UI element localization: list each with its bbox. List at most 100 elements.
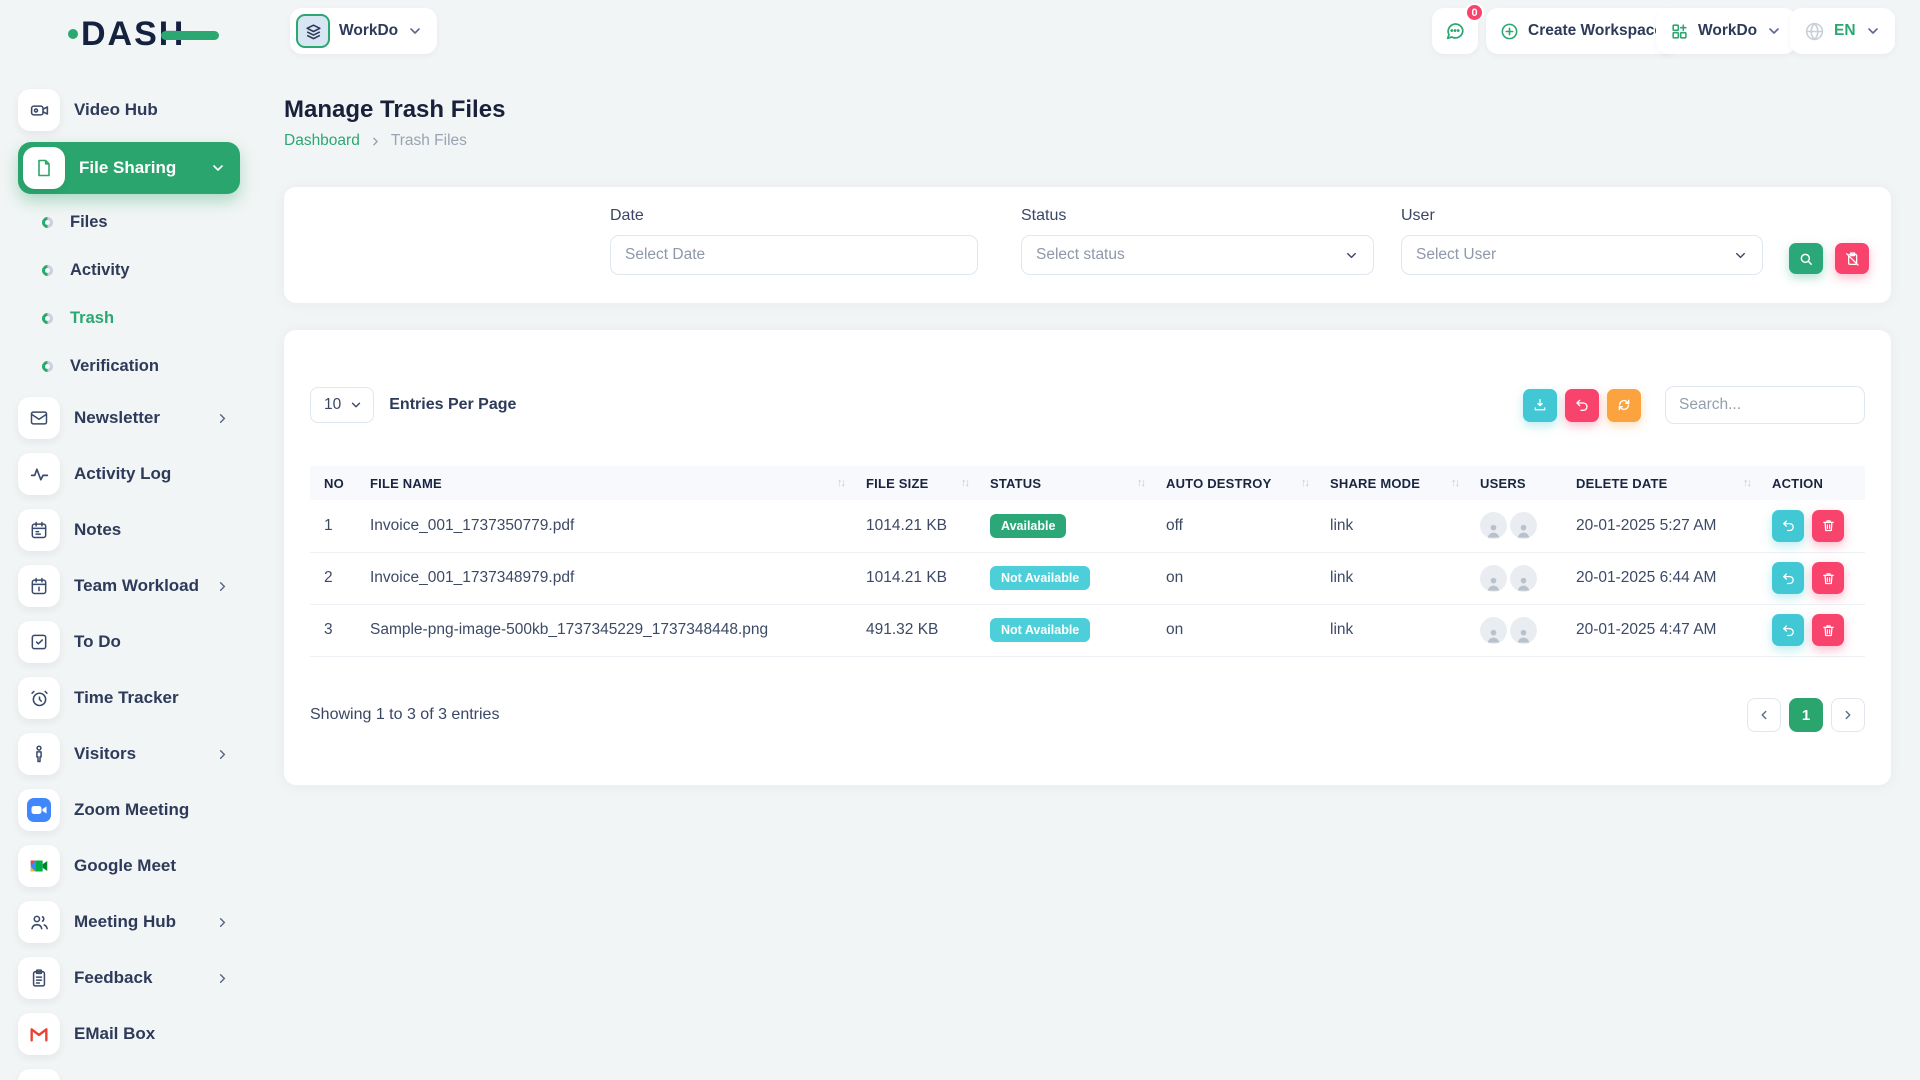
sort-icon[interactable]: ↑↓ (1743, 477, 1750, 489)
avatar[interactable] (1480, 512, 1507, 539)
sidebar-partial-icon (18, 1069, 60, 1080)
avatar[interactable] (1480, 565, 1507, 592)
chevron-right-icon (215, 411, 230, 426)
avatar[interactable] (1480, 617, 1507, 644)
sidebar-subitem-files[interactable]: Files (42, 202, 240, 242)
chevron-down-icon (1733, 248, 1748, 263)
export-download-button[interactable] (1523, 389, 1557, 422)
user-filter-select[interactable]: Select User (1401, 235, 1763, 275)
sidebar-item-google-meet[interactable]: Google Meet (18, 842, 240, 890)
sidebar-subitem-activity[interactable]: Activity (42, 250, 240, 290)
sidebar-item-partial[interactable] (18, 1066, 240, 1080)
avatar[interactable] (1510, 617, 1537, 644)
date-filter-input[interactable] (625, 246, 963, 264)
sort-icon[interactable]: ↑↓ (961, 477, 968, 489)
workdo-menu[interactable]: WorkDo (1656, 8, 1796, 54)
entries-per-page-select[interactable]: 10 (310, 387, 374, 423)
workspace-icon (296, 14, 330, 48)
gmail-icon (18, 1013, 60, 1055)
column-header-file-size[interactable]: FILE SIZE↑↓ (858, 466, 982, 500)
logo-dash (161, 31, 219, 40)
page-title: Manage Trash Files (284, 96, 505, 124)
sort-icon[interactable]: ↑↓ (1301, 477, 1308, 489)
status-filter-value: Select status (1036, 246, 1125, 264)
sort-icon[interactable]: ↑↓ (837, 477, 844, 489)
bullet-icon (40, 310, 56, 326)
pagination-page-1[interactable]: 1 (1789, 698, 1823, 732)
sidebar-item-notes[interactable]: Notes (18, 506, 240, 554)
status-badge: Not Available (990, 618, 1090, 642)
column-header-share-mode[interactable]: SHARE MODE↑↓ (1322, 466, 1472, 500)
reset-filter-button[interactable] (1835, 243, 1869, 274)
sort-icon[interactable]: ↑↓ (1451, 477, 1458, 489)
logo-dot (68, 29, 78, 39)
avatar[interactable] (1510, 565, 1537, 592)
column-header-delete-date[interactable]: DELETE DATE↑↓ (1568, 466, 1764, 500)
delete-file-button[interactable] (1812, 562, 1844, 594)
language-selector[interactable]: EN (1790, 8, 1895, 54)
create-workspace-button[interactable]: Create Workspace (1486, 8, 1677, 54)
pagination-next-button[interactable] (1831, 698, 1865, 732)
column-header-file-name[interactable]: FILE NAME↑↓ (362, 466, 858, 500)
delete-file-button[interactable] (1812, 614, 1844, 646)
cell-file-name: Invoice_001_1737350779.pdf (362, 500, 858, 552)
sidebar-item-visitors[interactable]: Visitors (18, 730, 240, 778)
breadcrumb: Dashboard Trash Files (284, 132, 467, 150)
refresh-button[interactable] (1607, 389, 1641, 422)
messages-button[interactable]: 0 (1432, 8, 1478, 54)
envelope-icon (18, 397, 60, 439)
delete-file-button[interactable] (1812, 510, 1844, 542)
restore-file-button[interactable] (1772, 562, 1804, 594)
bullet-icon (40, 358, 56, 374)
search-icon (1798, 251, 1814, 267)
cell-no: 3 (310, 604, 362, 656)
filter-date-group: Date (610, 207, 978, 275)
sidebar-item-zoom-meeting[interactable]: Zoom Meeting (18, 786, 240, 834)
sidebar-item-feedback[interactable]: Feedback (18, 954, 240, 1002)
sidebar-item-meeting-hub[interactable]: Meeting Hub (18, 898, 240, 946)
table-row: 2 Invoice_001_1737348979.pdf 1014.21 KB … (310, 552, 1865, 604)
restore-file-button[interactable] (1772, 510, 1804, 542)
restore-file-button[interactable] (1772, 614, 1804, 646)
app-logo[interactable]: DASH (68, 16, 219, 52)
row-actions (1772, 562, 1857, 594)
status-filter-select[interactable]: Select status (1021, 235, 1374, 275)
table-footer: Showing 1 to 3 of 3 entries 1 (310, 698, 1865, 732)
chevron-right-icon (215, 579, 230, 594)
cell-delete-date: 20-01-2025 6:44 AM (1568, 552, 1764, 604)
clipboard-icon (18, 957, 60, 999)
column-header-auto-destroy[interactable]: AUTO DESTROY↑↓ (1158, 466, 1322, 500)
sidebar-item-file-sharing[interactable]: File Sharing (18, 142, 240, 194)
chat-bubble-icon (1444, 20, 1466, 42)
sidebar-item-newsletter[interactable]: Newsletter (18, 394, 240, 442)
pagination-prev-button[interactable] (1747, 698, 1781, 732)
column-header-no: NO (310, 466, 362, 500)
sidebar-subitem-verification[interactable]: Verification (42, 346, 240, 386)
entries-per-page-label: Entries Per Page (389, 396, 516, 414)
user-filter-value: Select User (1416, 246, 1496, 264)
date-filter-label: Date (610, 207, 978, 225)
restore-all-button[interactable] (1565, 389, 1599, 422)
sort-icon[interactable]: ↑↓ (1137, 477, 1144, 489)
column-header-status[interactable]: STATUS↑↓ (982, 466, 1158, 500)
avatar[interactable] (1510, 512, 1537, 539)
sidebar-item-team-workload[interactable]: Team Workload (18, 562, 240, 610)
sidebar-item-email-box[interactable]: EMail Box (18, 1010, 240, 1058)
table-search-input[interactable] (1679, 396, 1851, 414)
filter-status-group: Status Select status (1021, 207, 1374, 275)
sidebar-subitem-trash[interactable]: Trash (42, 298, 240, 338)
download-icon (1532, 397, 1548, 413)
sidebar-item-time-tracker[interactable]: Time Tracker (18, 674, 240, 722)
sidebar-item-video-hub[interactable]: Video Hub (18, 86, 240, 134)
messages-count-badge: 0 (1465, 3, 1484, 22)
apply-filter-button[interactable] (1789, 243, 1823, 274)
sidebar-item-activity-log[interactable]: Activity Log (18, 450, 240, 498)
cell-share-mode: link (1322, 500, 1472, 552)
chevron-right-icon (369, 135, 382, 148)
bullet-icon (40, 262, 56, 278)
pulse-icon (18, 453, 60, 495)
alarm-clock-icon (18, 677, 60, 719)
sidebar-item-to-do[interactable]: To Do (18, 618, 240, 666)
workspace-switcher[interactable]: WorkDo (290, 8, 437, 54)
breadcrumb-dashboard-link[interactable]: Dashboard (284, 132, 360, 150)
